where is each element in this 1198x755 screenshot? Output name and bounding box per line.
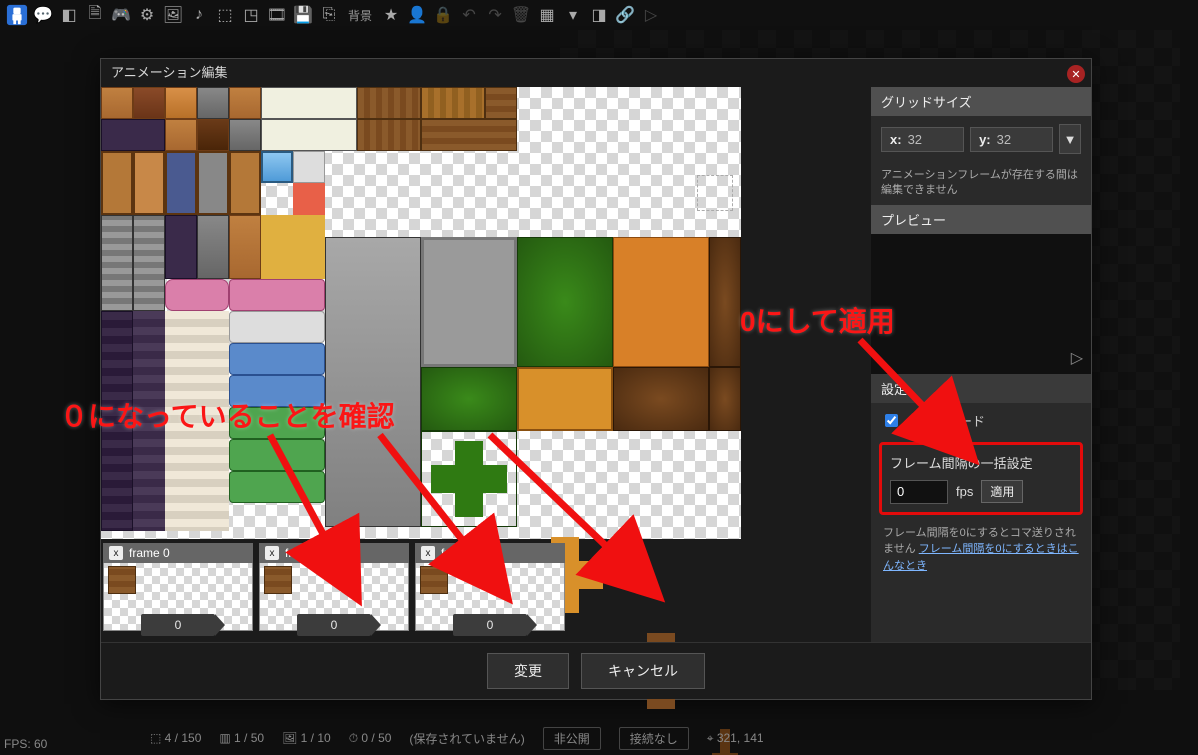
link-icon[interactable]: 🔗 — [612, 2, 638, 28]
change-button[interactable]: 変更 — [487, 653, 569, 689]
grid-icon[interactable]: ▦ — [534, 2, 560, 28]
status-anims: 🖼 1 / 10 — [282, 731, 331, 745]
frame-1-thumb — [264, 566, 292, 594]
status-layers: ▥ 1 / 50 — [219, 731, 264, 745]
grid-size-header: グリッドサイズ — [871, 87, 1091, 116]
status-publish[interactable]: 非公開 — [543, 727, 601, 750]
tile-mode-label: タイルモード — [907, 411, 985, 430]
frame-1[interactable]: x frame 1 0 — [259, 543, 409, 631]
frame-2-thumb — [420, 566, 448, 594]
film-icon[interactable]: 🎞 — [264, 2, 290, 28]
fps-input[interactable] — [890, 480, 948, 504]
export-icon[interactable]: ⎘ — [316, 2, 342, 28]
star-icon[interactable]: ★ — [378, 2, 404, 28]
app-icon — [4, 2, 30, 28]
fps-counter: FPS: 60 — [4, 737, 47, 751]
apply-button[interactable]: 適用 — [981, 480, 1023, 503]
play-icon[interactable]: ▷ — [638, 2, 664, 28]
right-panel: グリッドサイズ x:32 y:32 ▼ アニメーションフレームが存在する間は編集… — [871, 87, 1091, 643]
music-icon[interactable]: ♪ — [186, 2, 212, 28]
status-save: (保存されていません) — [409, 730, 524, 747]
tile-selection-box — [697, 175, 733, 211]
frame-1-value: 0 — [297, 614, 371, 636]
chat-icon[interactable]: 💬 — [30, 2, 56, 28]
frame-2-delete[interactable]: x — [421, 546, 435, 560]
status-bar: ⬚ 4 / 150 ▥ 1 / 50 🖼 1 / 10 ⏱ 0 / 50 (保存… — [150, 725, 1190, 751]
fps-settings-box: フレーム間隔の一括設定 fps 適用 — [879, 442, 1083, 515]
redo-icon: ↷ — [482, 2, 508, 28]
stack-icon[interactable]: ◨ — [586, 2, 612, 28]
file-icon[interactable]: 🗎 — [82, 2, 108, 28]
user-icon[interactable]: 👤 — [404, 2, 430, 28]
fps-note: フレーム間隔を0にするとコマ送りされません フレーム間隔を0にするときはこんなと… — [871, 519, 1091, 585]
cancel-button[interactable]: キャンセル — [581, 653, 705, 689]
cube2-icon[interactable]: ◳ — [238, 2, 264, 28]
grid-size-dropdown[interactable]: ▼ — [1059, 124, 1081, 154]
save-icon[interactable]: 💾 — [290, 2, 316, 28]
layers-icon[interactable]: ◧ — [56, 2, 82, 28]
bg-label[interactable]: 背景 — [342, 7, 378, 24]
modal-title: アニメーション編集 — [101, 59, 1091, 88]
frame-1-name: frame 1 — [285, 546, 326, 560]
frame-0-value: 0 — [141, 614, 215, 636]
frame-2-name: frame 2 — [441, 546, 482, 560]
tile-mode-checkbox[interactable] — [885, 414, 898, 427]
tileset-panel: x frame 0 0 x frame 1 0 x — [101, 87, 871, 643]
preview-header: プレビュー — [871, 205, 1091, 234]
caret-down-icon[interactable]: ▾ — [560, 2, 586, 28]
animation-edit-modal: アニメーション編集 ✕ — [100, 58, 1092, 700]
status-frames: ⏱ 0 / 50 — [349, 731, 392, 746]
preview-play-icon[interactable]: ▷ — [1071, 348, 1083, 368]
settings-header: 設定 — [871, 374, 1091, 403]
grid-y-input[interactable]: y:32 — [970, 127, 1053, 152]
preview-box: ▷ — [871, 234, 1091, 374]
cube-icon[interactable]: ⬚ — [212, 2, 238, 28]
status-coords: ⌖ 321, 141 — [707, 731, 764, 746]
top-toolbar: 💬 ◧ 🗎 🎮 ⚙ 🖼 ♪ ⬚ ◳ 🎞 💾 ⎘ 背景 ★ 👤 🔒 ↶ ↷ 🗑 ▦… — [0, 0, 1198, 30]
gamepad-icon[interactable]: 🎮 — [108, 2, 134, 28]
lock-icon: 🔒 — [430, 2, 456, 28]
frames-strip: x frame 0 0 x frame 1 0 x — [101, 543, 871, 641]
frame-0-name: frame 0 — [129, 546, 170, 560]
status-connection: 接続なし — [619, 727, 689, 750]
undo-icon: ↶ — [456, 2, 482, 28]
frame-0[interactable]: x frame 0 0 — [103, 543, 253, 631]
close-button[interactable]: ✕ — [1067, 65, 1085, 83]
modal-footer: 変更 キャンセル — [101, 642, 1091, 699]
image-icon[interactable]: 🖼 — [160, 2, 186, 28]
grid-note: アニメーションフレームが存在する間は編集できません — [871, 162, 1091, 205]
fps-unit: fps — [956, 484, 973, 499]
grid-x-input[interactable]: x:32 — [881, 127, 964, 152]
frame-2-value: 0 — [453, 614, 527, 636]
status-objs: ⬚ 4 / 150 — [150, 731, 201, 745]
tileset-tiles — [101, 87, 741, 539]
frame-0-delete[interactable]: x — [109, 546, 123, 560]
frame-2[interactable]: x frame 2 0 — [415, 543, 565, 631]
frame-0-thumb — [108, 566, 136, 594]
frame-1-delete[interactable]: x — [265, 546, 279, 560]
fps-section-label: フレーム間隔の一括設定 — [890, 453, 1072, 472]
trash-icon: 🗑 — [508, 2, 534, 28]
gear-icon[interactable]: ⚙ — [134, 2, 160, 28]
grid-size-inputs: x:32 y:32 ▼ — [871, 116, 1091, 162]
